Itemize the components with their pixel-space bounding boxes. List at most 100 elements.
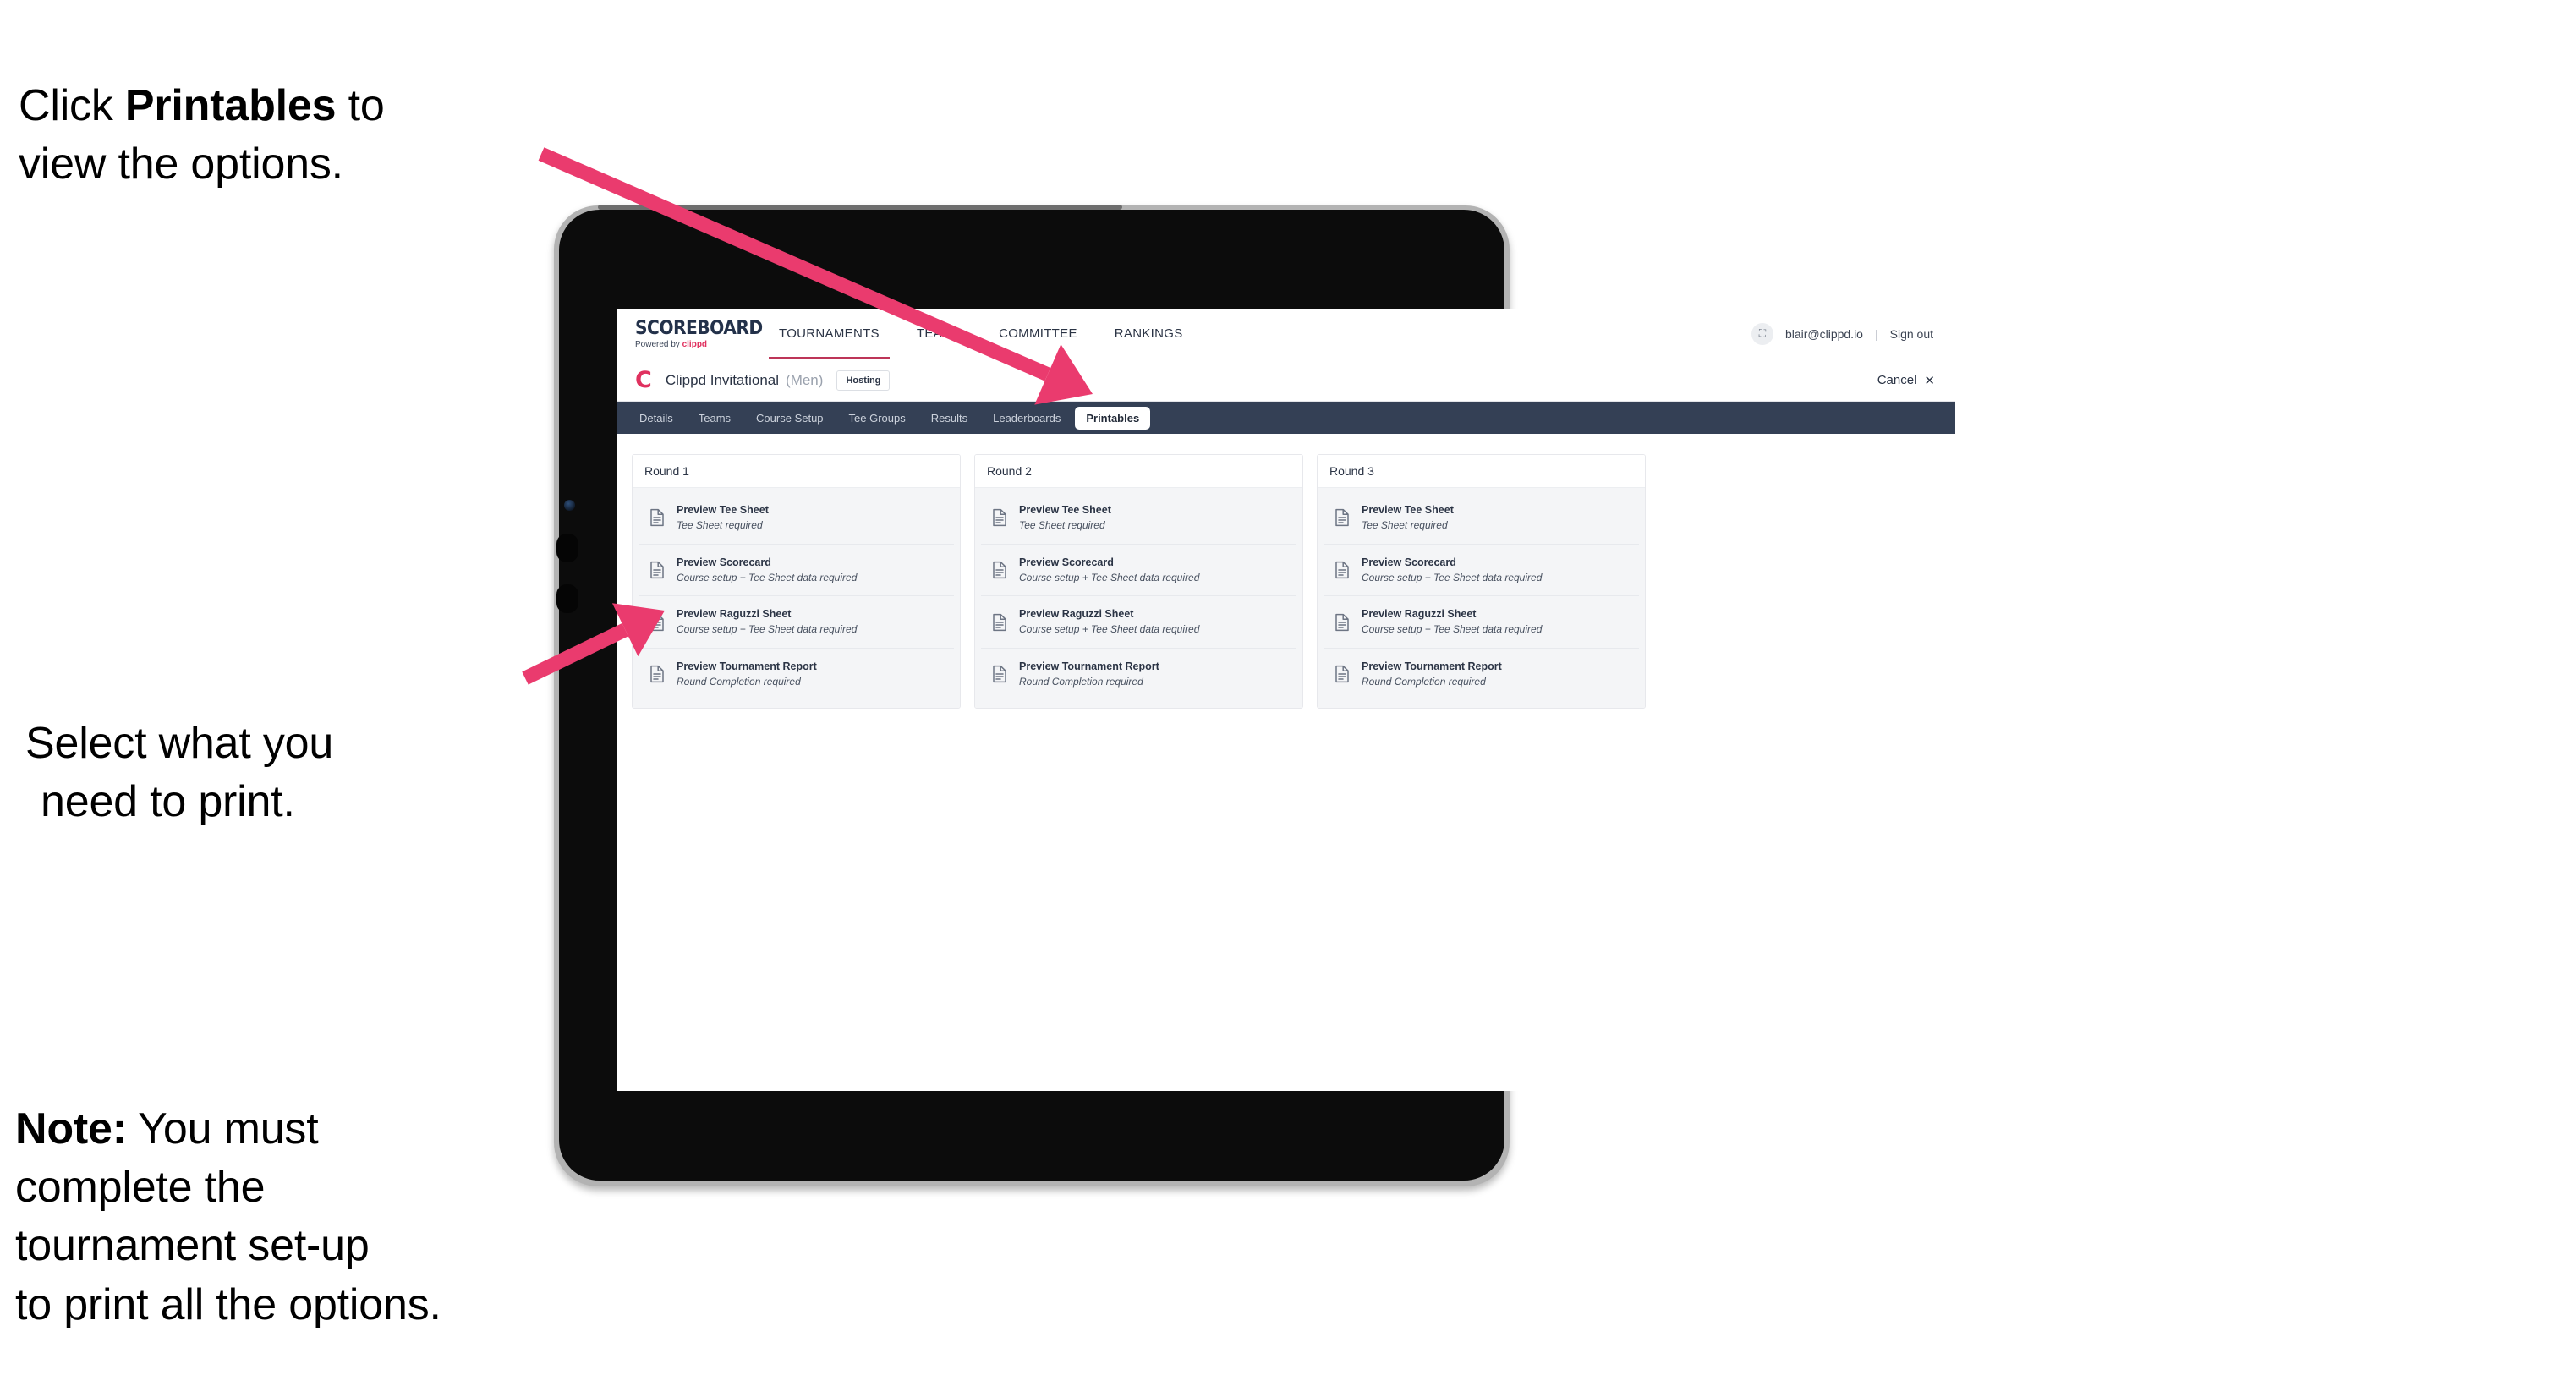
printable-row-text: Preview Raguzzi Sheet Course setup + Tee … [1019, 607, 1199, 637]
printable-row[interactable]: Preview Raguzzi Sheet Course setup + Tee … [639, 596, 954, 649]
printable-row[interactable]: Preview Tournament Report Round Completio… [1324, 649, 1639, 700]
user-account-area: ⛶ blair@clippd.io | Sign out [1751, 322, 1938, 345]
callout-select-line2: need to print. [41, 777, 295, 827]
round-heading: Round 3 [1318, 455, 1645, 488]
document-icon [649, 561, 666, 579]
avatar[interactable]: ⛶ [1751, 322, 1773, 345]
printable-row[interactable]: Preview Scorecard Course setup + Tee Shee… [1324, 544, 1639, 597]
printable-row[interactable]: Preview Scorecard Course setup + Tee Shee… [981, 544, 1296, 597]
printable-row[interactable]: Preview Tournament Report Round Completio… [639, 649, 954, 700]
scoreboard-logo[interactable]: SCOREBOARD Powered by clippd [635, 318, 763, 349]
main-navigation: TOURNAMENTS TEAMS COMMITTEE RANKINGS [760, 309, 1202, 359]
printable-title: Preview Tee Sheet [1362, 504, 1454, 516]
logo-subtitle-brand: clippd [682, 340, 708, 349]
printable-requirement: Course setup + Tee Sheet data required [1019, 623, 1200, 636]
printable-title: Preview Tournament Report [677, 660, 817, 673]
round-column: Round 2 Preview Tee Sheet Tee Sheet requir… [974, 454, 1303, 709]
document-icon [1334, 665, 1351, 683]
printable-row-text: Preview Tournament Report Round Completio… [677, 660, 817, 689]
printable-row-text: Preview Raguzzi Sheet Course setup + Tee … [1362, 607, 1542, 637]
tab-printables[interactable]: Printables [1075, 406, 1151, 430]
tab-details[interactable]: Details [628, 407, 684, 430]
printable-requirement: Round Completion required [1362, 675, 1486, 688]
clippd-c-logo: C [635, 367, 652, 393]
printable-title: Preview Tournament Report [1019, 660, 1159, 673]
callout-printables-prefix: Click [19, 81, 125, 131]
printable-row-text: Preview Tee Sheet Tee Sheet required [1019, 503, 1111, 533]
document-icon [991, 613, 1008, 632]
printable-title: Preview Raguzzi Sheet [1362, 608, 1477, 621]
nav-item-teams[interactable]: TEAMS [898, 309, 980, 359]
round-items: Preview Tee Sheet Tee Sheet required Previ… [1318, 488, 1645, 708]
printable-row-text: Preview Tournament Report Round Completio… [1019, 660, 1159, 689]
user-separator: | [1874, 326, 1878, 341]
tournament-gender: (Men) [786, 371, 824, 388]
tab-course-setup[interactable]: Course Setup [745, 407, 835, 430]
printable-requirement: Round Completion required [1019, 675, 1143, 688]
printable-requirement: Tee Sheet required [1019, 518, 1105, 531]
printable-title: Preview Scorecard [677, 556, 771, 568]
printable-title: Preview Raguzzi Sheet [1019, 608, 1134, 621]
round-items: Preview Tee Sheet Tee Sheet required Previ… [975, 488, 1302, 708]
nav-item-tournaments[interactable]: TOURNAMENTS [760, 309, 898, 359]
user-email: blair@clippd.io [1784, 326, 1863, 341]
round-column: Round 3 Preview Tee Sheet Tee Sheet requir… [1317, 454, 1646, 709]
tab-teams[interactable]: Teams [688, 407, 742, 430]
sign-out-link[interactable]: Sign out [1890, 327, 1933, 341]
nav-item-rankings[interactable]: RANKINGS [1096, 309, 1202, 359]
printable-title: Preview Tee Sheet [1019, 504, 1111, 516]
printable-requirement: Course setup + Tee Sheet data required [677, 571, 858, 583]
round-heading: Round 2 [975, 455, 1302, 488]
tournament-title-bar: C Clippd Invitational (Men) Hosting Canc… [617, 359, 1955, 402]
browser-viewport: SCOREBOARD Powered by clippd TOURNAMENTS… [617, 309, 1955, 1091]
printable-row-text: Preview Raguzzi Sheet Course setup + Tee … [677, 607, 857, 637]
cancel-button[interactable]: Cancel ✕ [1877, 373, 1938, 388]
printable-requirement: Course setup + Tee Sheet data required [1362, 623, 1543, 636]
callout-printables-bold: Printables [124, 81, 337, 131]
printable-title: Preview Tournament Report [1362, 660, 1502, 673]
callout-select-line1: Select what you [25, 719, 334, 769]
printable-requirement: Tee Sheet required [677, 518, 763, 531]
app-header: SCOREBOARD Powered by clippd TOURNAMENTS… [617, 309, 1955, 359]
printable-row[interactable]: Preview Raguzzi Sheet Course setup + Tee … [1324, 596, 1639, 649]
nav-item-committee[interactable]: COMMITTEE [980, 309, 1096, 359]
printable-row[interactable]: Preview Tee Sheet Tee Sheet required [981, 492, 1296, 545]
volume-down-button[interactable] [556, 584, 578, 613]
printable-row[interactable]: Preview Tee Sheet Tee Sheet required [639, 492, 954, 545]
printable-row-text: Preview Scorecard Course setup + Tee Shee… [677, 556, 857, 585]
printable-requirement: Tee Sheet required [1362, 518, 1448, 531]
close-icon: ✕ [1924, 373, 1935, 388]
printable-title: Preview Raguzzi Sheet [677, 608, 792, 621]
round-column: Round 1 Preview Tee Sheet Tee Sheet requir… [632, 454, 961, 709]
printable-row-text: Preview Scorecard Course setup + Tee Shee… [1362, 556, 1542, 585]
tab-tee-groups[interactable]: Tee Groups [838, 407, 917, 430]
printable-requirement: Round Completion required [677, 675, 801, 688]
rounds-grid: Round 1 Preview Tee Sheet Tee Sheet requir… [617, 434, 1955, 709]
document-icon [649, 665, 666, 683]
printable-row[interactable]: Preview Tournament Report Round Completio… [981, 649, 1296, 700]
printable-row[interactable]: Preview Scorecard Course setup + Tee Shee… [639, 544, 954, 597]
logo-subtitle-prefix: Powered by [635, 340, 682, 349]
document-icon [1334, 613, 1351, 632]
cancel-label: Cancel [1877, 373, 1917, 387]
callout-click-printables: Click Printables to view the options. [19, 19, 577, 194]
round-items: Preview Tee Sheet Tee Sheet required Previ… [633, 488, 960, 708]
document-icon [649, 613, 666, 632]
printable-title: Preview Scorecard [1019, 556, 1114, 568]
volume-up-button[interactable] [556, 534, 578, 562]
callout-select-to-print: Select what you need to print. [25, 656, 550, 890]
printable-row-text: Preview Tournament Report Round Completio… [1362, 660, 1502, 689]
printable-row-text: Preview Scorecard Course setup + Tee Shee… [1019, 556, 1199, 585]
printable-row[interactable]: Preview Raguzzi Sheet Course setup + Tee … [981, 596, 1296, 649]
status-badge: Hosting [836, 370, 891, 391]
printable-row[interactable]: Preview Tee Sheet Tee Sheet required [1324, 492, 1639, 545]
tab-leaderboards[interactable]: Leaderboards [982, 407, 1072, 430]
printable-requirement: Course setup + Tee Sheet data required [1019, 571, 1200, 583]
screenshot-root: Click Printables to view the options. Se… [0, 0, 2576, 1386]
logo-subtitle: Powered by clippd [635, 341, 735, 349]
document-icon [991, 561, 1008, 579]
tournament-sub-navigation: Details Teams Course Setup Tee Groups Re… [617, 402, 1955, 434]
tab-results[interactable]: Results [920, 407, 978, 430]
printable-requirement: Course setup + Tee Sheet data required [677, 623, 858, 636]
printable-title: Preview Tee Sheet [677, 504, 769, 516]
